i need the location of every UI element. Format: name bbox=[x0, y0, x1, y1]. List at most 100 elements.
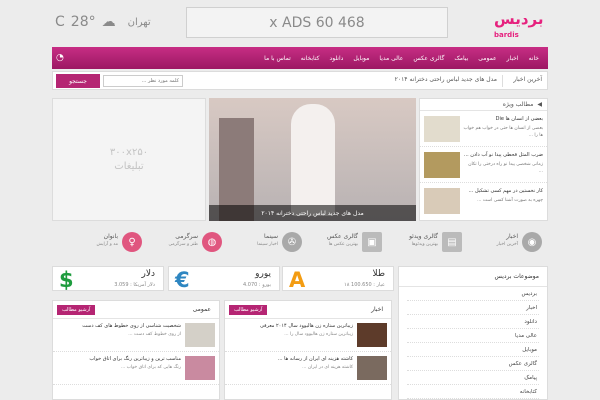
site-logo[interactable]: بردیس bardis bbox=[494, 6, 550, 46]
category-news[interactable]: ◉ اخبار آخرین اخبار bbox=[486, 226, 548, 260]
list-item[interactable]: زیباترین ستاره زن هالیوود سال ۲۰۱۴ معرفی… bbox=[225, 319, 391, 352]
category-desc: اخبار سینما bbox=[257, 242, 278, 247]
globe-icon: ◉ bbox=[522, 232, 542, 252]
category-name: سینما bbox=[264, 233, 278, 240]
price-name: دلار bbox=[141, 269, 156, 279]
sidebar-item[interactable]: موبایل bbox=[407, 343, 539, 357]
nav-item-news[interactable]: اخبار bbox=[502, 55, 524, 62]
category-name: اخبار bbox=[506, 233, 518, 240]
special-post-item[interactable]: کار نخستین در مهم کسی تشکیل ... چهره به … bbox=[420, 183, 547, 219]
sidebar-item[interactable]: اخبار bbox=[407, 301, 539, 315]
post-title[interactable]: زیباترین ستاره زن هالیوود سال ۲۰۱۴ معرفی bbox=[231, 323, 353, 329]
woman-icon: ♀ bbox=[122, 232, 142, 252]
gold-icon: A bbox=[289, 268, 306, 292]
nav-item-download[interactable]: دانلود bbox=[325, 55, 349, 62]
ad-300x250[interactable]: ۳۰۰x۲۵۰ تبلیغات bbox=[52, 98, 206, 221]
category-name: سرگرمی bbox=[175, 233, 198, 240]
nav-item-contact[interactable]: تماس با ما bbox=[259, 55, 296, 62]
ad-size-label: ۳۰۰x۲۵۰ bbox=[109, 146, 149, 158]
category-cinema[interactable]: ✇ سینما اخبار سینما bbox=[246, 226, 308, 260]
megaphone-icon: ◀ bbox=[537, 101, 542, 108]
category-desc: مد و آرایش bbox=[96, 242, 118, 247]
category-entertainment[interactable]: ◍ سرگرمی طنز و سرگرمی bbox=[166, 226, 228, 260]
category-desc: آخرین اخبار bbox=[496, 242, 518, 247]
nav-item-library[interactable]: کتابخانه bbox=[296, 55, 325, 62]
post-excerpt: بعضی از انسان ها حتی در خواب هم خواب ها … bbox=[463, 126, 543, 138]
nav-item-general[interactable]: عمومی bbox=[473, 55, 501, 62]
archive-button[interactable]: آرشیو مطالب bbox=[229, 305, 268, 315]
post-title[interactable]: بعضی از انسان ها Die bbox=[463, 115, 543, 123]
post-excerpt: چهره به صورت آشنا کسی است ... bbox=[477, 198, 543, 203]
special-post-item[interactable]: بعضی از انسان ها Die بعضی از انسان ها حت… bbox=[420, 111, 547, 147]
post-thumbnail[interactable] bbox=[185, 356, 215, 380]
ad-label: تبلیغات bbox=[114, 160, 144, 172]
price-value: ۱۸ عیار : 100.650 bbox=[344, 282, 385, 288]
logo-text: بردیس bbox=[494, 10, 544, 28]
category-name: گالری عکس bbox=[327, 233, 358, 240]
post-title[interactable]: ضرب المثل قحطی پیدا نو آب دادن ... bbox=[463, 151, 543, 159]
special-post-item[interactable]: ضرب المثل قحطی پیدا نو آب دادن ... زمانی… bbox=[420, 147, 547, 183]
category-desc: بهترین عکس ها bbox=[328, 242, 358, 247]
ticker-headline[interactable]: مدل های جدید لباس راحتی دخترانه ۲۰۱۴ bbox=[395, 76, 497, 83]
logo-subtext: bardis bbox=[494, 31, 519, 39]
post-excerpt: از روی خطوط کف دست ... bbox=[128, 332, 181, 337]
weather-city: تهران bbox=[127, 16, 151, 28]
nav-item-media[interactable]: عالی مدیا bbox=[374, 55, 408, 62]
category-name: بانوان bbox=[103, 233, 118, 240]
special-posts-header: مطالب ویژه ◀ bbox=[420, 99, 547, 111]
sidebar-item[interactable]: گالری عکس bbox=[407, 357, 539, 371]
category-row: ◉ اخبار آخرین اخبار ▤ گالری ویدئو بهترین… bbox=[52, 226, 548, 260]
sidebar-item[interactable]: دانلود bbox=[407, 315, 539, 329]
category-desc: بهترین ویدئوها bbox=[411, 242, 438, 247]
list-item[interactable]: کاشته هزینه ای ایران از رسانه ها ... کاش… bbox=[225, 352, 391, 385]
film-reel-icon: ✇ bbox=[282, 232, 302, 252]
image-icon: ▣ bbox=[362, 232, 382, 252]
category-name: گالری ویدئو bbox=[409, 233, 438, 240]
ghost-icon: ◍ bbox=[202, 232, 222, 252]
rss-icon[interactable]: ◔ bbox=[56, 53, 64, 63]
topics-sidebar: موضوعات بردیس بردیس اخبار دانلود عالی مد… bbox=[398, 266, 548, 400]
sidebar-item[interactable]: بردیس bbox=[407, 287, 539, 301]
slider-caption[interactable]: مدل های جدید لباس راحتی دخترانه ۲۰۱۴ bbox=[209, 205, 416, 221]
sidebar-item[interactable]: عالی مدیا bbox=[407, 329, 539, 343]
price-name: طلا bbox=[372, 269, 385, 279]
list-item[interactable]: مناسب ترین و زیباترین رنگ برای اتاق خواب… bbox=[53, 352, 219, 385]
category-video[interactable]: ▤ گالری ویدئو بهترین ویدئوها bbox=[406, 226, 468, 260]
search-input[interactable] bbox=[103, 75, 183, 87]
film-icon: ▤ bbox=[442, 232, 462, 252]
post-thumbnail[interactable] bbox=[424, 188, 460, 214]
list-item[interactable]: شخصیت شناسی از روی خطوط های کف دست از رو… bbox=[53, 319, 219, 352]
category-women[interactable]: ♀ بانوان مد و آرایش bbox=[86, 226, 148, 260]
post-excerpt: رنگ هایی که برای اتاق خواب ... bbox=[120, 365, 181, 370]
category-gallery[interactable]: ▣ گالری عکس بهترین عکس ها bbox=[326, 226, 388, 260]
cloud-icon: ☁ bbox=[101, 14, 116, 30]
post-excerpt: زمانی شخصی پیدا نو راه درختی را تکان ... bbox=[468, 162, 543, 174]
price-dollar: $ دلار دلار آمریکا : 3.059 bbox=[52, 266, 164, 292]
search-button[interactable]: جستجو bbox=[56, 74, 100, 88]
sidebar-item[interactable]: کتابخانه bbox=[407, 385, 539, 399]
post-title[interactable]: مناسب ترین و زیباترین رنگ برای اتاق خواب bbox=[59, 356, 181, 362]
special-posts-panel: مطالب ویژه ◀ بعضی از انسان ها Die بعضی ا… bbox=[419, 98, 548, 221]
sidebar-item[interactable]: پیامک bbox=[407, 371, 539, 385]
nav-item-mobile[interactable]: موبایل bbox=[348, 55, 374, 62]
nav-item-home[interactable]: خانه bbox=[524, 55, 544, 62]
post-thumbnail[interactable] bbox=[357, 356, 387, 380]
weather-unit: C bbox=[55, 14, 65, 30]
post-thumbnail[interactable] bbox=[357, 323, 387, 347]
nav-item-gallery[interactable]: گالری عکس bbox=[408, 55, 449, 62]
post-title[interactable]: کاشته هزینه ای ایران از رسانه ها ... bbox=[231, 356, 353, 362]
post-title[interactable]: شخصیت شناسی از روی خطوط های کف دست bbox=[59, 323, 181, 329]
ticker-label: آخرین اخبار bbox=[513, 76, 542, 83]
nav-item-sms[interactable]: بیامک bbox=[449, 55, 473, 62]
section-title: اخبار bbox=[371, 306, 383, 313]
post-title[interactable]: کار نخستین در مهم کسی تشکیل ... bbox=[463, 187, 543, 195]
post-thumbnail[interactable] bbox=[424, 116, 460, 142]
post-thumbnail[interactable] bbox=[185, 323, 215, 347]
header-ad-banner[interactable]: x ADS 60 468 bbox=[186, 7, 448, 38]
featured-slider[interactable]: مدل های جدید لباس راحتی دخترانه ۲۰۱۴ bbox=[209, 98, 416, 221]
news-ticker-bar: آخرین اخبار مدل های جدید لباس راحتی دختر… bbox=[52, 71, 548, 90]
post-thumbnail[interactable] bbox=[424, 152, 460, 178]
sidebar-title: موضوعات بردیس bbox=[399, 267, 547, 287]
archive-button[interactable]: آرشیو مطالب bbox=[57, 305, 96, 315]
price-gold: A طلا ۱۸ عیار : 100.650 bbox=[282, 266, 394, 292]
